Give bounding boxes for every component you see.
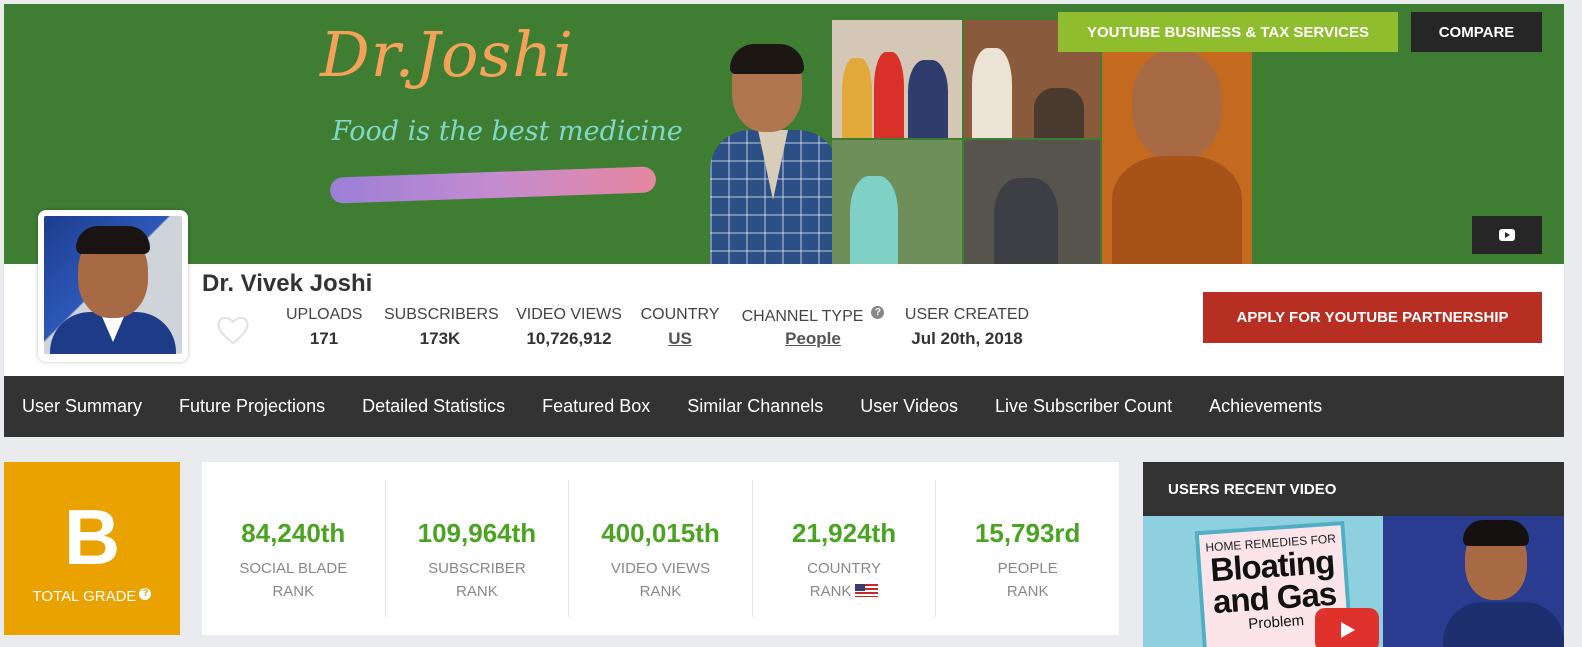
nav-achievements[interactable]: Achievements <box>1191 396 1341 417</box>
youtube-business-tax-button[interactable]: YOUTUBE BUSINESS & TAX SERVICES <box>1058 12 1398 52</box>
channel-name: Dr. Vivek Joshi <box>202 270 373 297</box>
channel-type-stat: CHANNEL TYPE? People <box>738 306 888 349</box>
channel-type-link[interactable]: People <box>738 329 888 349</box>
rank-subscriber: 109,964th SUBSCRIBER RANK <box>386 480 570 617</box>
collage-photo <box>1102 20 1252 264</box>
rank-label: SOCIAL BLADE <box>239 560 348 577</box>
nav-featured-box[interactable]: Featured Box <box>524 396 669 417</box>
rank-label: PEOPLE <box>997 560 1058 577</box>
country-stat: COUNTRY US <box>640 306 720 349</box>
rank-panel: 84,240th SOCIAL BLADE RANK 109,964th SUBS… <box>202 462 1119 635</box>
banner-photo-collage <box>832 20 1252 264</box>
subscribers-stat: SUBSCRIBERS 173K <box>384 306 499 349</box>
help-icon[interactable]: ? <box>871 306 885 319</box>
collage-photo <box>832 20 962 138</box>
rank-label: COUNTRY <box>807 560 882 577</box>
rank-people: 15,793rd PEOPLE RANK <box>936 480 1119 617</box>
rank-social-blade: 84,240th SOCIAL BLADE RANK <box>202 480 386 617</box>
rank-country: 21,924th COUNTRY RANK <box>753 480 937 617</box>
nav-future-projections[interactable]: Future Projections <box>161 396 344 417</box>
help-icon[interactable]: ? <box>139 588 152 600</box>
channel-nav: User Summary Future Projections Detailed… <box>4 376 1564 437</box>
rank-label: RANK <box>456 583 498 600</box>
rank-label: RANK <box>272 583 315 600</box>
rank-label: SUBSCRIBER <box>428 560 526 577</box>
heart-icon[interactable] <box>216 314 250 346</box>
uploads-label: UPLOADS <box>286 306 363 323</box>
user-created-stat: USER CREATED Jul 20th, 2018 <box>904 306 1030 349</box>
avatar <box>38 210 188 362</box>
nav-similar-channels[interactable]: Similar Channels <box>669 396 842 417</box>
banner-brush-stroke <box>329 166 657 204</box>
grade-label: TOTAL GRADE <box>32 588 137 605</box>
us-flag-icon <box>855 584 879 597</box>
rank-label: RANK <box>639 583 682 600</box>
banner-portrait <box>710 44 838 264</box>
rank-label: RANK <box>1006 583 1049 600</box>
user-created-label: USER CREATED <box>904 306 1030 323</box>
recent-video-thumbnail[interactable]: HOME REMEDIES FOR Bloating and Gas Probl… <box>1143 516 1564 647</box>
collage-photo <box>964 140 1100 264</box>
user-created-value: Jul 20th, 2018 <box>911 329 1023 348</box>
views-label: VIDEO VIEWS <box>516 306 622 323</box>
subscribers-label: SUBSCRIBERS <box>384 306 499 323</box>
apply-partnership-button[interactable]: APPLY FOR YOUTUBE PARTNERSHIP <box>1203 292 1542 343</box>
recent-video-header: USERS RECENT VIDEO <box>1143 462 1564 516</box>
views-value: 10,726,912 <box>526 329 612 348</box>
play-icon[interactable] <box>1315 608 1379 647</box>
collage-photo <box>832 140 962 264</box>
youtube-icon[interactable] <box>1472 216 1542 254</box>
nav-user-summary[interactable]: User Summary <box>4 396 161 417</box>
rank-value: 84,240th <box>241 518 346 548</box>
country-label: COUNTRY <box>640 306 720 323</box>
compare-button[interactable]: COMPARE <box>1411 12 1542 52</box>
uploads-value: 171 <box>309 329 339 348</box>
nav-user-videos[interactable]: User Videos <box>842 396 977 417</box>
rank-value: 21,924th <box>792 518 897 548</box>
uploads-stat: UPLOADS 171 <box>286 306 362 349</box>
nav-live-subscriber-count[interactable]: Live Subscriber Count <box>977 396 1191 417</box>
channel-type-label: CHANNEL TYPE <box>741 308 864 325</box>
rank-label: RANK <box>809 583 852 600</box>
rank-value: 15,793rd <box>974 518 1081 548</box>
recent-video-panel: USERS RECENT VIDEO HOME REMEDIES FOR Blo… <box>1143 462 1564 647</box>
nav-detailed-statistics[interactable]: Detailed Statistics <box>344 396 524 417</box>
subscribers-value: 173K <box>419 329 461 348</box>
views-stat: VIDEO VIEWS 10,726,912 <box>516 306 622 349</box>
banner-title: Dr.Joshi <box>320 18 575 91</box>
total-grade-box: B TOTAL GRADE? <box>4 462 180 635</box>
banner-tagline: Food is the best medicine <box>332 116 683 147</box>
grade-letter: B <box>63 493 121 581</box>
country-link[interactable]: US <box>640 329 720 349</box>
thumbnail-portrait <box>1443 516 1564 647</box>
rank-video-views: 400,015th VIDEO VIEWS RANK <box>569 480 753 617</box>
rank-label: VIDEO VIEWS <box>610 560 711 577</box>
rank-value: 400,015th <box>601 518 720 548</box>
rank-value: 109,964th <box>417 518 537 548</box>
